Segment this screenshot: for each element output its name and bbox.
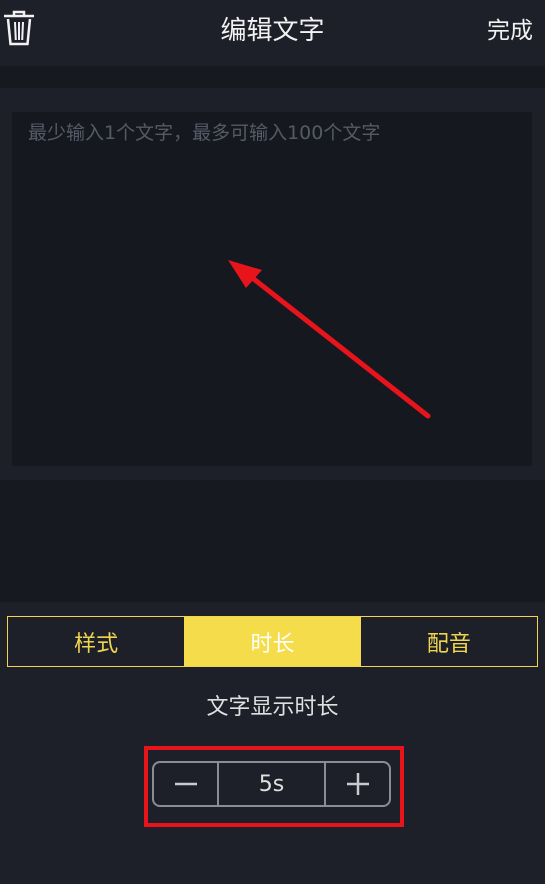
plus-icon — [346, 773, 369, 795]
minus-icon — [174, 782, 197, 786]
tab-style[interactable]: 样式 — [8, 617, 184, 666]
tab-voiceover[interactable]: 配音 — [361, 617, 537, 666]
minus-button[interactable] — [154, 763, 217, 805]
top-divider-band — [0, 66, 545, 88]
preview-gap — [0, 480, 545, 602]
duration-label: 文字显示时长 — [206, 695, 339, 720]
duration-value: 5s — [217, 763, 326, 805]
tab-bar: 样式 时长 配音 — [7, 616, 538, 667]
tab-duration[interactable]: 时长 — [184, 617, 361, 666]
top-bar: 编辑文字 完成 — [0, 0, 545, 66]
duration-stepper: 5s — [152, 761, 391, 807]
page-title: 编辑文字 — [220, 16, 325, 46]
text-input[interactable] — [12, 112, 532, 466]
plus-button[interactable] — [326, 763, 389, 805]
done-button[interactable]: 完成 — [487, 16, 533, 46]
